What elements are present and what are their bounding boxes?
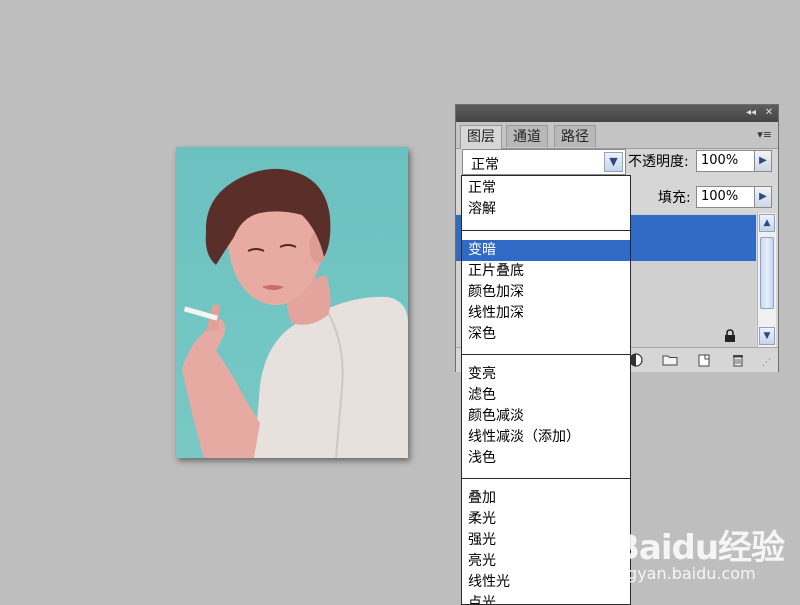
watermark-brand: Baidu经验 <box>614 528 785 568</box>
layer-list-scrollbar[interactable]: ▲ ▼ <box>757 213 776 347</box>
blend-option-overlay[interactable]: 叠加 <box>462 488 630 509</box>
baidu-watermark: Baidu经验 jingyan.baidu.com <box>604 508 800 600</box>
blend-option-darken[interactable]: 变暗 <box>462 240 630 261</box>
blend-option-multiply[interactable]: 正片叠底 <box>462 261 630 282</box>
blend-option-color-burn[interactable]: 颜色加深 <box>462 282 630 303</box>
blend-option-darker-color[interactable]: 深色 <box>462 324 630 345</box>
tab-layers[interactable]: 图层 <box>460 125 502 149</box>
chevron-down-icon[interactable]: ▼ <box>604 152 623 172</box>
scroll-down-icon[interactable]: ▼ <box>759 327 775 345</box>
opacity-label: 不透明度: <box>628 154 689 170</box>
resize-grip-icon[interactable]: ⋰ <box>762 358 771 368</box>
lock-icon <box>725 329 735 342</box>
blend-option-normal[interactable]: 正常 <box>462 178 630 199</box>
menu-divider <box>462 354 630 355</box>
tab-paths[interactable]: 路径 <box>554 125 596 147</box>
fill-label: 填充: <box>658 190 691 206</box>
blend-mode-select[interactable]: 正常 ▼ <box>462 149 626 175</box>
panel-titlebar[interactable]: ◂◂ ✕ <box>456 105 778 122</box>
menu-divider <box>462 478 630 479</box>
collapse-icon[interactable]: ◂◂ <box>744 106 758 120</box>
close-icon[interactable]: ✕ <box>762 106 776 120</box>
document-canvas[interactable] <box>176 147 408 458</box>
new-layer-icon[interactable] <box>696 352 712 368</box>
panel-tab-bar: 图层 通道 路径 ▾≡ <box>456 122 778 149</box>
blend-option-color-dodge[interactable]: 颜色减淡 <box>462 406 630 427</box>
folder-icon[interactable] <box>662 352 678 368</box>
blend-option-linear-dodge[interactable]: 线性减淡（添加） <box>462 427 630 448</box>
trash-icon[interactable] <box>730 352 746 368</box>
photo-portrait <box>182 168 408 458</box>
blend-option-screen[interactable]: 滤色 <box>462 385 630 406</box>
tab-channels[interactable]: 通道 <box>506 125 548 147</box>
scroll-up-icon[interactable]: ▲ <box>759 214 775 232</box>
blend-option-lighten[interactable]: 变亮 <box>462 364 630 385</box>
scrollbar-thumb[interactable] <box>760 237 774 309</box>
blend-option-lighter-color[interactable]: 浅色 <box>462 448 630 469</box>
menu-divider <box>462 230 630 231</box>
blend-option-linear-burn[interactable]: 线性加深 <box>462 303 630 324</box>
opacity-slider-arrow-icon[interactable]: ▶ <box>754 150 772 172</box>
panel-menu-icon[interactable]: ▾≡ <box>757 128 772 141</box>
blend-mode-value: 正常 <box>471 157 499 173</box>
fill-slider-arrow-icon[interactable]: ▶ <box>754 186 772 208</box>
watermark-url: jingyan.baidu.com <box>608 564 756 583</box>
blend-option-dissolve[interactable]: 溶解 <box>462 199 630 220</box>
